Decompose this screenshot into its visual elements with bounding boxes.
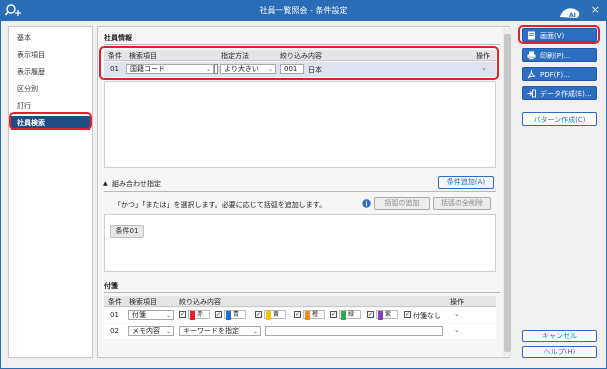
add-paren-button[interactable]: 括弧の追加 — [374, 197, 430, 210]
sidebar-item-row[interactable]: 訂行 — [11, 99, 90, 113]
create-pattern-button[interactable]: パターン作成(C) — [522, 112, 597, 126]
keyword-field[interactable] — [265, 326, 443, 336]
table-row: 01 付箋 ⌄ ✓ 赤 ✓ 青 ✓ 黄 ✓ 橙 ✓ 緑 ✓ 紫 ✓ 付箋なし ⌄ — [104, 308, 496, 323]
col-filter: 絞り込み内容 — [179, 298, 221, 306]
yellow-tag-label: 黄 — [264, 310, 286, 320]
highlight-frame — [9, 112, 92, 130]
employee-table-body — [104, 81, 496, 168]
memo-item-select[interactable]: メモ内容 ⌄ — [128, 326, 174, 336]
title-bar: 社員一覧照会 - 条件設定 AI × — [1, 1, 606, 21]
sidebar-item-display-history[interactable]: 表示履歴 — [11, 65, 90, 79]
combination-area — [104, 214, 496, 272]
info-icon — [362, 199, 371, 208]
blue-checkbox[interactable]: ✓ — [215, 311, 222, 318]
sidebar-item-basic[interactable]: 基本 — [11, 31, 90, 45]
row-menu-chevron-icon[interactable]: ⌄ — [454, 310, 460, 318]
printer-icon — [527, 51, 536, 60]
col-operation: 操作 — [450, 298, 464, 306]
scrollbar[interactable] — [503, 28, 512, 356]
condition-tag[interactable]: 条件01 — [110, 225, 144, 238]
add-condition-button[interactable]: 条件追加(A) — [438, 176, 494, 189]
pdf-icon — [527, 70, 536, 79]
window-title: 社員一覧照会 - 条件設定 — [259, 6, 348, 15]
red-tag-label: 赤 — [188, 310, 210, 320]
purple-checkbox[interactable]: ✓ — [367, 311, 374, 318]
no-tag-label: 付箋なし — [413, 312, 441, 320]
row-number: 01 — [110, 311, 119, 319]
no-tag-checkbox[interactable]: ✓ — [404, 311, 411, 318]
row-number: 02 — [110, 327, 119, 335]
color-swatch — [226, 311, 231, 320]
color-swatch — [305, 311, 310, 320]
red-checkbox[interactable]: ✓ — [179, 311, 186, 318]
close-button[interactable]: × — [591, 3, 600, 16]
cancel-button[interactable]: キャンセル — [522, 330, 597, 342]
color-swatch — [341, 311, 346, 320]
table-row: 02 メモ内容 ⌄ キーワードを指定 ⌄ ⌄ — [104, 324, 496, 339]
row-menu-chevron-icon[interactable]: ⌄ — [454, 326, 460, 334]
print-button[interactable]: 印刷(P)... — [522, 48, 597, 62]
highlight-frame — [518, 25, 600, 44]
yellow-checkbox[interactable]: ✓ — [255, 311, 262, 318]
divider — [104, 292, 500, 293]
employee-info-header: 社員情報 — [104, 34, 132, 42]
divider — [104, 44, 500, 45]
ai-logo: AI — [560, 8, 580, 19]
color-swatch — [190, 311, 195, 320]
combination-hint: 「かつ」「または」を選択します。必要に応じて括弧を追加します。 — [114, 201, 327, 209]
green-checkbox[interactable]: ✓ — [330, 311, 337, 318]
color-swatch — [266, 311, 271, 320]
pdf-button[interactable]: PDF(F)... — [522, 67, 597, 81]
orange-tag-label: 橙 — [303, 310, 325, 320]
col-search-item: 検索項目 — [129, 298, 157, 306]
color-swatch — [378, 311, 383, 320]
purple-tag-label: 紫 — [376, 310, 398, 320]
svg-text:AI: AI — [569, 12, 576, 19]
divider — [104, 191, 496, 192]
green-tag-label: 緑 — [339, 310, 361, 320]
remove-parens-button[interactable]: 括弧の全削除 — [433, 197, 491, 210]
blue-tag-label: 青 — [224, 310, 246, 320]
keyword-method-select[interactable]: キーワードを指定 ⌄ — [179, 326, 261, 336]
help-button[interactable]: ヘルプ(H) — [522, 346, 597, 358]
scrollbar-thumb[interactable] — [504, 34, 511, 352]
collapse-triangle-icon[interactable]: ▲ — [103, 180, 108, 187]
sidebar: 基本 表示項目 表示履歴 区分別 訂行 社員検索 — [8, 26, 93, 358]
sidebar-item-category[interactable]: 区分別 — [11, 82, 90, 96]
tag-item-select[interactable]: 付箋 ⌄ — [128, 310, 174, 320]
tags-header: 付箋 — [104, 282, 118, 290]
col-condition: 条件 — [108, 298, 122, 306]
tags-table-header: 条件 検索項目 絞り込み内容 操作 — [104, 296, 496, 307]
highlight-frame — [99, 46, 499, 80]
sidebar-item-display-items[interactable]: 表示項目 — [11, 48, 90, 62]
orange-checkbox[interactable]: ✓ — [294, 311, 301, 318]
data-export-icon — [527, 89, 536, 98]
combination-header: 組み合わせ指定 — [112, 180, 161, 188]
create-data-button[interactable]: データ作成(E)... — [522, 86, 597, 100]
